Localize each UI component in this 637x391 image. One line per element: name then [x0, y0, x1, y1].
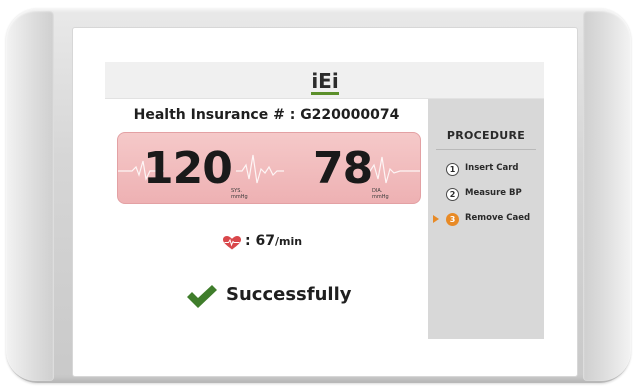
procedure-title: PROCEDURE: [446, 129, 526, 142]
diastolic-unit: mmHg: [372, 194, 389, 200]
procedure-divider: [436, 149, 536, 150]
device-right-endcap: [583, 10, 631, 381]
diastolic-unit-block: DIA. mmHg: [372, 188, 389, 200]
step-label: Remove Caed: [465, 213, 531, 223]
diastolic-value: 78: [313, 143, 373, 194]
display-screen: iEi Health Insurance # : G220000074 120 …: [105, 62, 544, 339]
status-message: Successfully: [226, 284, 352, 305]
device-left-endcap: [6, 10, 54, 381]
procedure-step-2: 2 Measure BP: [428, 187, 544, 203]
pulse-rate-row: : 67/min: [105, 232, 428, 254]
check-icon: [187, 285, 217, 308]
logo-underline: [311, 92, 339, 95]
health-insurance-label: Health Insurance #: [133, 107, 285, 123]
brand-logo: iEi: [305, 69, 345, 93]
procedure-panel: PROCEDURE 1 Insert Card 2 Measure BP 3 R…: [428, 99, 544, 339]
health-insurance-number: G220000074: [300, 107, 400, 123]
current-step-arrow-icon: [433, 215, 439, 223]
step-label: Measure BP: [465, 188, 522, 198]
procedure-step-3: 3 Remove Caed: [428, 212, 544, 228]
systolic-unit-block: SYS. mmHg: [231, 188, 248, 200]
kiosk-device-scene: iEi Health Insurance # : G220000074 120 …: [0, 0, 637, 391]
pulse-unit: /min: [274, 235, 303, 248]
logo-text: iEi: [311, 69, 339, 93]
health-insurance-separator: :: [289, 107, 296, 123]
step-number-badge: 2: [446, 188, 459, 201]
blood-pressure-card: 120 SYS. mmHg 78 DIA. mmHg: [117, 132, 421, 204]
heart-pulse-icon: [223, 236, 241, 250]
measurement-panel: Health Insurance # : G220000074 120 SYS.…: [105, 99, 428, 339]
systolic-unit: mmHg: [231, 194, 248, 200]
header-bar: iEi: [105, 62, 544, 99]
procedure-step-1: 1 Insert Card: [428, 162, 544, 178]
pulse-value: 67: [255, 233, 275, 249]
pulse-separator: :: [245, 233, 251, 249]
health-insurance-line: Health Insurance # : G220000074: [105, 107, 428, 123]
step-label: Insert Card: [465, 163, 519, 173]
pulse-readout: : 67/min: [245, 233, 302, 249]
step-number-badge: 3: [446, 213, 459, 226]
status-row: Successfully: [105, 281, 428, 311]
step-number-badge: 1: [446, 163, 459, 176]
systolic-value: 120: [143, 143, 233, 194]
